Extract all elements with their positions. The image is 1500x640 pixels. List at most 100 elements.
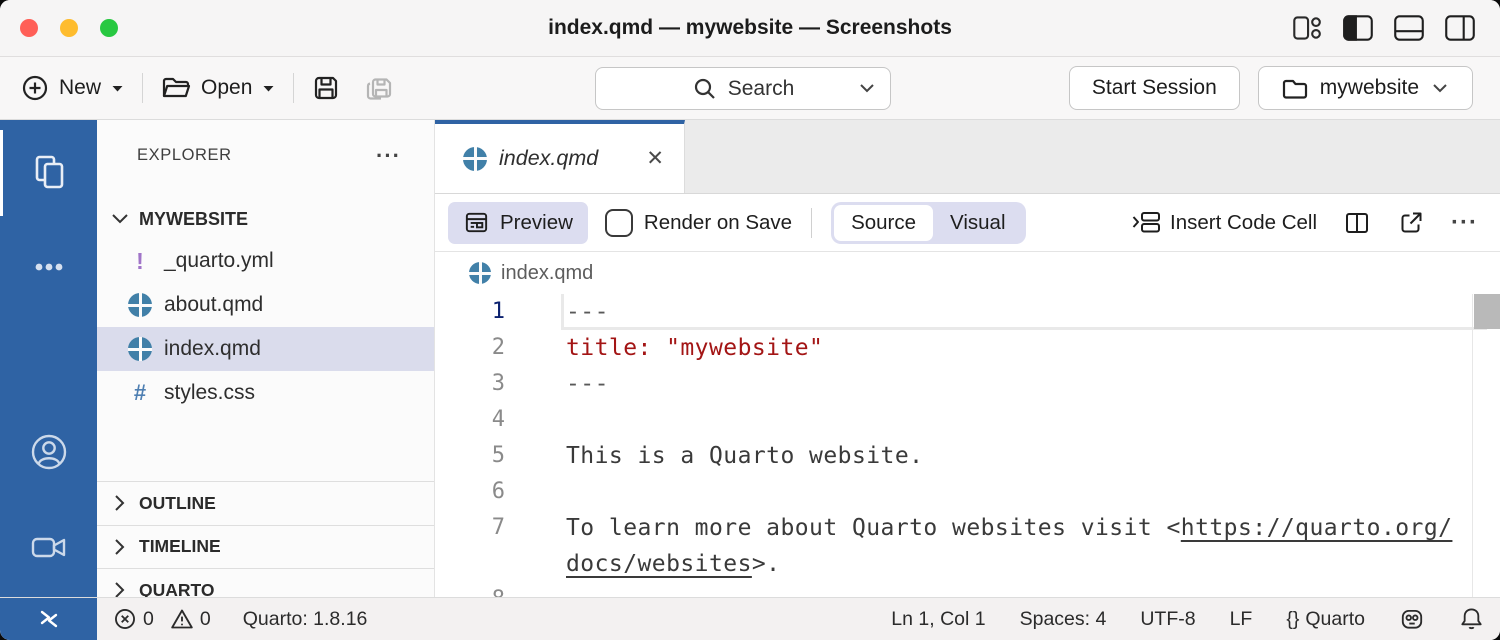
start-session-button[interactable]: Start Session: [1069, 66, 1240, 110]
new-button-label: New: [59, 76, 101, 100]
open-in-new-window-icon[interactable]: [1397, 209, 1425, 237]
file-row-quarto-yml[interactable]: ! _quarto.yml: [97, 239, 434, 283]
checkbox-unchecked[interactable]: [605, 209, 633, 237]
chevron-down-icon: [111, 212, 129, 226]
tab-label: index.qmd: [499, 146, 598, 171]
file-name: about.qmd: [164, 293, 263, 317]
code-line[interactable]: 6: [435, 474, 1500, 510]
editor-action-bar: Preview Render on Save Source Visual: [435, 194, 1500, 252]
new-button[interactable]: New: [20, 73, 125, 103]
chevron-down-icon[interactable]: [857, 81, 877, 95]
indentation-status[interactable]: Spaces: 4: [1020, 608, 1107, 631]
preview-label: Preview: [500, 211, 573, 235]
insert-code-cell-icon: [1131, 211, 1161, 234]
preview-button[interactable]: Preview: [448, 202, 588, 244]
code-line[interactable]: 4: [435, 402, 1500, 438]
line-number: 1: [435, 294, 505, 330]
file-row-about-qmd[interactable]: about.qmd: [97, 283, 434, 327]
toggle-right-panel-icon[interactable]: [1442, 10, 1478, 46]
customize-layout-icon[interactable]: [1289, 10, 1325, 46]
code-line[interactable]: 2 title: "mywebsite": [435, 330, 1500, 366]
code-line[interactable]: 1 ---: [435, 294, 1500, 330]
explorer-view-icon[interactable]: [0, 150, 97, 194]
code-line[interactable]: 3 ---: [435, 366, 1500, 402]
code-line[interactable]: 8: [435, 582, 1500, 597]
language-mode-status[interactable]: {} Quarto: [1286, 608, 1365, 631]
workspace-root-label: MYWEBSITE: [139, 209, 248, 230]
code-text: title: "mywebsite": [566, 330, 823, 366]
link-text[interactable]: https://quarto.org/: [1181, 515, 1453, 541]
code-line[interactable]: 7 To learn more about Quarto websites vi…: [435, 510, 1500, 546]
app-window: index.qmd — mywebsite — Screenshots: [0, 0, 1500, 640]
breadcrumb-label: index.qmd: [501, 262, 593, 285]
file-tree: ! _quarto.yml about.qmd index.qmd # styl…: [97, 239, 434, 415]
split-editor-icon[interactable]: [1343, 209, 1371, 237]
quarto-file-icon: [463, 147, 487, 171]
line-number: 2: [435, 330, 505, 366]
insert-code-cell-label: Insert Code Cell: [1170, 211, 1317, 235]
sidebar-section-quarto[interactable]: QUARTO: [97, 568, 434, 597]
more-actions-icon[interactable]: ···: [1451, 218, 1478, 228]
chevron-right-icon: [113, 581, 127, 597]
error-count: 0: [143, 608, 154, 631]
toggle-bottom-panel-icon[interactable]: [1391, 10, 1427, 46]
source-mode-button[interactable]: Source: [834, 205, 933, 241]
workspace-label: mywebsite: [1320, 76, 1419, 100]
file-row-styles-css[interactable]: # styles.css: [97, 371, 434, 415]
cursor-position-status[interactable]: Ln 1, Col 1: [891, 608, 985, 631]
warning-count: 0: [200, 608, 211, 631]
link-text[interactable]: docs/websites: [566, 551, 752, 577]
visual-mode-button[interactable]: Visual: [933, 205, 1022, 241]
warning-icon: [170, 607, 194, 631]
eol-status[interactable]: LF: [1230, 608, 1253, 631]
folder-icon: [1281, 75, 1309, 101]
quarto-file-icon: [469, 262, 491, 284]
open-button-label: Open: [201, 76, 252, 100]
insert-code-cell-button[interactable]: Insert Code Cell: [1131, 211, 1317, 235]
status-bar: 0 0 Quarto: 1.8.16 Ln 1, Col 1 Spaces: 4…: [0, 597, 1500, 640]
scrollbar-thumb[interactable]: [1474, 294, 1500, 329]
code-line-wrapped[interactable]: docs/websites>.: [435, 546, 1500, 582]
section-label: QUARTO: [139, 580, 215, 597]
open-button[interactable]: Open: [160, 73, 276, 103]
workspace-switcher-button[interactable]: mywebsite: [1258, 66, 1473, 110]
close-window-button[interactable]: [20, 19, 38, 37]
zoom-window-button[interactable]: [100, 19, 118, 37]
braces-icon: {}: [1286, 608, 1299, 631]
explorer-more-actions-icon[interactable]: ···: [376, 151, 401, 161]
source-visual-toggle: Source Visual: [831, 202, 1025, 244]
code-editor[interactable]: 1 --- 2 title: "mywebsite" 3 --- 4 5: [435, 294, 1500, 597]
code-line[interactable]: 5 This is a Quarto website.: [435, 438, 1500, 474]
folder-open-icon: [160, 73, 192, 103]
workspace-root-folder[interactable]: MYWEBSITE: [111, 202, 434, 236]
toolbar-separator: [293, 73, 294, 103]
close-tab-icon[interactable]: ✕: [646, 146, 664, 171]
notifications-bell-icon[interactable]: [1459, 606, 1484, 632]
chevron-right-icon: [113, 538, 127, 556]
editor-tab-bar: index.qmd ✕: [435, 120, 1500, 194]
problems-status[interactable]: 0 0: [113, 607, 211, 631]
preview-icon: [463, 209, 490, 236]
sidebar-section-outline[interactable]: OUTLINE: [97, 481, 434, 525]
feedback-smiley-icon[interactable]: [1399, 606, 1425, 632]
line-number: 8: [435, 582, 505, 597]
remote-indicator[interactable]: [0, 598, 97, 640]
tab-index-qmd[interactable]: index.qmd ✕: [435, 120, 685, 193]
editor-scrollbar[interactable]: [1472, 294, 1500, 597]
file-row-index-qmd[interactable]: index.qmd: [97, 327, 434, 371]
quarto-version-status[interactable]: Quarto: 1.8.16: [243, 608, 368, 631]
save-all-icon[interactable]: [363, 73, 395, 103]
encoding-status[interactable]: UTF-8: [1140, 608, 1195, 631]
render-on-save-toggle[interactable]: Render on Save: [605, 209, 792, 237]
more-views-icon[interactable]: [0, 245, 97, 289]
account-icon[interactable]: [0, 430, 97, 474]
save-icon[interactable]: [311, 73, 341, 103]
screencast-camera-icon[interactable]: [0, 526, 97, 570]
sidebar-section-timeline[interactable]: TIMELINE: [97, 525, 434, 569]
toolbar-separator: [142, 73, 143, 103]
breadcrumb[interactable]: index.qmd: [435, 252, 1500, 294]
toggle-left-panel-icon[interactable]: [1340, 10, 1376, 46]
search-input[interactable]: Search: [595, 67, 891, 110]
minimize-window-button[interactable]: [60, 19, 78, 37]
line-number: 4: [435, 402, 505, 438]
